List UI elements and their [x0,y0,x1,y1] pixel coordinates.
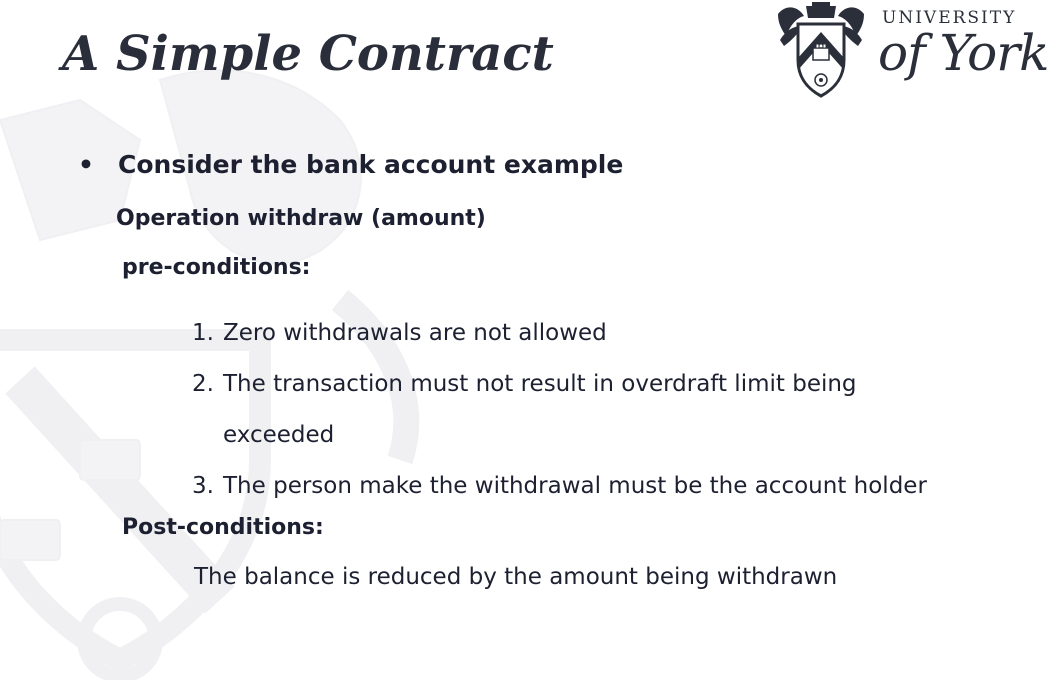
post-conditions-heading: Post-conditions: [122,515,324,540]
slide-content: • Consider the bank account example Opera… [0,0,1064,664]
list-item: 3. The person make the withdrawal must b… [192,461,963,512]
list-item-text: The transaction must not result in overd… [223,371,857,448]
pre-conditions-list: 1. Zero withdrawals are not allowed 2. T… [192,308,963,512]
bullet-dot-icon: • [78,150,94,179]
list-item-number: 2. [192,371,214,397]
list-item-number: 1. [192,320,214,346]
post-conditions-text: The balance is reduced by the amount bei… [194,564,838,590]
list-item-number: 3. [192,473,214,499]
list-item-text: Zero withdrawals are not allowed [223,320,607,346]
operation-signature: Operation withdraw (amount) [116,206,486,231]
list-item-text: The person make the withdrawal must be t… [223,473,927,499]
list-item: 2. The transaction must not result in ov… [192,359,963,461]
bullet-text: Consider the bank account example [118,150,624,179]
bullet-item: • Consider the bank account example [78,150,623,179]
pre-conditions-heading: pre-conditions: [122,255,311,280]
list-item: 1. Zero withdrawals are not allowed [192,308,963,359]
